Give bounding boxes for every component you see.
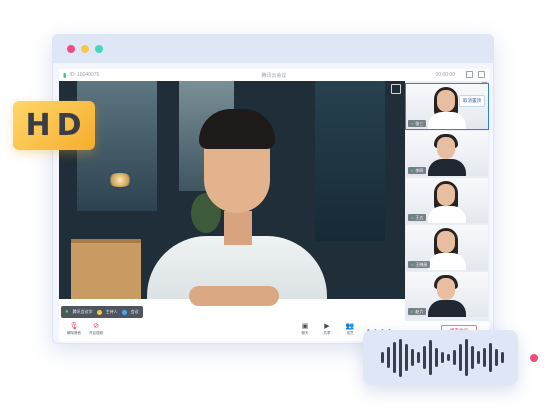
meeting-view: ▮ ID: 16040075 腾讯云会议 00:00:00 ● 腾讯会议学 主持… — [59, 69, 489, 341]
wave-bar — [489, 343, 492, 372]
wave-bar — [435, 348, 438, 367]
participant-tile[interactable]: 取消置顶 ● 张三 — [405, 83, 489, 130]
mic-muted-icon: 🎙 — [69, 323, 79, 330]
speaker-chip-1: 主持人 — [105, 309, 118, 314]
layout-grid-icon[interactable] — [466, 71, 473, 78]
wave-bar — [501, 351, 504, 364]
wave-bar — [447, 353, 450, 362]
participant-tile[interactable]: ● 王五 — [406, 178, 488, 223]
meeting-badge-icon — [121, 309, 127, 315]
participant-label: ● 王五 — [408, 214, 427, 221]
wave-bar — [381, 351, 384, 364]
wave-bar — [423, 346, 426, 369]
participant-tile[interactable]: ● 王晓丽 — [406, 225, 488, 270]
chat-icon: ▣ — [301, 323, 309, 330]
wave-bar — [483, 348, 486, 367]
participant-label: ● 王晓丽 — [408, 261, 431, 268]
wave-bar — [393, 342, 396, 373]
meeting-header: ▮ ID: 16040075 腾讯云会议 00:00:00 — [59, 69, 489, 81]
participant-label: ● 赵六 — [408, 308, 427, 315]
hd-badge: HD — [13, 101, 95, 150]
members-button[interactable]: 👥 成员 — [345, 323, 355, 336]
speaker-tag: ● 腾讯会议学 主持人 会议 — [61, 306, 143, 318]
speaker-name: 腾讯会议学 — [72, 309, 93, 314]
wave-bar — [417, 351, 420, 364]
main-video[interactable]: ● 腾讯会议学 主持人 会议 — [59, 81, 405, 321]
wave-bar — [471, 346, 474, 369]
host-badge-icon — [96, 309, 102, 315]
meeting-title: 腾讯云会议 — [261, 72, 287, 79]
wave-bar — [429, 340, 432, 375]
share-button[interactable]: ▶ 共享 — [323, 323, 331, 336]
app-window: ▮ ID: 16040075 腾讯云会议 00:00:00 ● 腾讯会议学 主持… — [52, 34, 494, 344]
wave-bar — [405, 344, 408, 371]
title-bar — [53, 35, 493, 63]
lamp — [107, 173, 133, 187]
wave-bar — [399, 338, 402, 377]
meeting-id: ID: 16040075 — [69, 72, 100, 78]
wave-bar — [477, 350, 480, 365]
background-window — [315, 81, 385, 241]
wave-bar — [387, 347, 390, 368]
meeting-timer: 00:00:00 — [435, 72, 455, 78]
speaker-neck — [224, 211, 252, 245]
members-icon: 👥 — [345, 323, 355, 330]
speaker-hair — [199, 109, 275, 149]
screen-share-icon: ▶ — [324, 323, 330, 330]
chat-button[interactable]: ▣ 聊天 — [301, 323, 309, 336]
expand-icon[interactable] — [391, 84, 401, 94]
start-video-button[interactable]: ⊘ 开启视频 — [89, 323, 103, 336]
close-window-button[interactable] — [67, 45, 75, 53]
wave-bar — [453, 349, 456, 366]
minimize-window-button[interactable] — [81, 45, 89, 53]
voice-wave-card — [363, 330, 518, 385]
participant-label: ● 李四 — [408, 167, 427, 174]
decorative-dot — [530, 354, 538, 362]
wave-bar — [411, 348, 414, 367]
maximize-window-button[interactable] — [95, 45, 103, 53]
participant-list: 取消置顶 ● 张三 ● 李四 ● 王五 ● 王晓丽 ● 赵六 — [405, 81, 489, 321]
wave-bar — [495, 348, 498, 367]
wave-bar — [459, 344, 462, 371]
participant-tile[interactable]: ● 赵六 — [406, 272, 488, 317]
unmute-button[interactable]: 🎙 解除静音 — [67, 323, 81, 336]
camera-off-icon: ⊘ — [93, 323, 99, 330]
signal-icon: ▮ — [63, 72, 67, 79]
speaker-hands — [189, 286, 279, 306]
wave-bar — [465, 339, 468, 376]
speaker-chip-2: 会议 — [130, 309, 139, 314]
stage: ▮ ID: 16040075 腾讯云会议 00:00:00 ● 腾讯会议学 主持… — [0, 0, 552, 420]
fullscreen-icon[interactable] — [478, 71, 485, 78]
participant-label: ● 张三 — [408, 120, 427, 127]
mic-icon: ● — [65, 309, 69, 315]
participant-tile[interactable]: ● 李四 — [406, 131, 488, 176]
unpin-button[interactable]: 取消置顶 — [459, 95, 485, 107]
wave-bar — [441, 351, 444, 364]
